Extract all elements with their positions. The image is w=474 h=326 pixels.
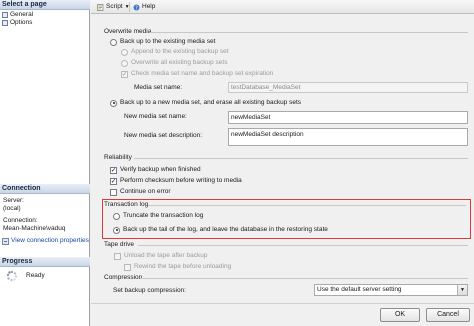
checkmark-icon[interactable]: ✓ bbox=[110, 166, 117, 174]
media-set-name-label: Media set name: bbox=[134, 84, 182, 92]
reliability-title: Reliability bbox=[104, 154, 132, 161]
page-icon bbox=[2, 20, 8, 26]
divider bbox=[138, 245, 468, 246]
radio-icon[interactable] bbox=[110, 38, 117, 46]
truncate-log-label: Truncate the transaction log bbox=[123, 212, 204, 219]
verify-checkbox[interactable]: ✓ Verify backup when finished bbox=[110, 166, 201, 174]
radio-icon[interactable] bbox=[121, 48, 128, 56]
check-expiration-label: Check media set name and backup set expi… bbox=[131, 70, 274, 77]
append-radio[interactable]: Append to the existing backup set bbox=[121, 48, 229, 56]
view-connection-properties-label: View connection properties bbox=[11, 237, 89, 244]
progress-status: Ready bbox=[26, 272, 45, 279]
checkmark-icon[interactable]: ✓ bbox=[121, 70, 128, 78]
progress-spinner-icon bbox=[6, 270, 18, 282]
select-page-header: Select a page bbox=[0, 0, 90, 10]
backup-existing-label: Back up to the existing media set bbox=[120, 38, 216, 45]
connection-icon bbox=[2, 237, 9, 245]
checkbox-icon[interactable] bbox=[124, 263, 131, 271]
truncate-log-radio[interactable]: Truncate the transaction log bbox=[113, 212, 203, 220]
check-expiration-checkbox[interactable]: ✓ Check media set name and backup set ex… bbox=[121, 70, 273, 78]
help-button-label: Help bbox=[142, 3, 156, 10]
script-button-label: Script bbox=[106, 3, 123, 10]
help-button[interactable]: ? Help bbox=[133, 2, 155, 12]
progress-header: Progress bbox=[0, 257, 90, 267]
connection-value: Mean-Machine\vaduq bbox=[3, 225, 66, 232]
continue-checkbox[interactable]: Continue on error bbox=[110, 188, 171, 196]
backup-existing-radio[interactable]: Back up to the existing media set bbox=[110, 38, 215, 46]
overwrite-all-radio[interactable]: Overwrite all existing backup sets bbox=[121, 59, 227, 67]
radio-icon[interactable] bbox=[113, 212, 120, 220]
new-media-set-name-label-text: New media set name: bbox=[124, 113, 187, 120]
new-media-set-desc-field[interactable]: newMediaSet description bbox=[228, 128, 468, 146]
new-media-set-radio[interactable]: Back up to a new media set, and erase al… bbox=[110, 99, 301, 107]
media-set-name-label-text: Media set name: bbox=[134, 84, 183, 91]
checkbox-icon[interactable] bbox=[114, 252, 121, 260]
ok-button[interactable]: OK bbox=[380, 308, 420, 322]
checkmark-icon[interactable]: ✓ bbox=[110, 177, 117, 185]
tape-drive-title: Tape drive bbox=[104, 241, 134, 248]
rewind-tape-checkbox[interactable]: Rewind the tape before unloading bbox=[124, 263, 231, 271]
toolbar-divider bbox=[129, 2, 130, 12]
backup-tail-radio[interactable]: Back up the tail of the log, and leave t… bbox=[113, 226, 328, 234]
divider bbox=[148, 205, 466, 206]
cancel-button[interactable]: Cancel bbox=[426, 308, 470, 322]
set-compression-label-text: Set backup compression: bbox=[113, 287, 186, 294]
server-value: (local) bbox=[3, 205, 21, 212]
divider bbox=[140, 278, 468, 279]
unload-tape-label: Unload the tape after backup bbox=[124, 252, 208, 259]
view-connection-properties-link[interactable]: View connection properties bbox=[2, 237, 89, 245]
overwrite-all-label: Overwrite all existing backup sets bbox=[131, 59, 228, 66]
rewind-tape-label: Rewind the tape before unloading bbox=[134, 263, 232, 270]
compression-select-value: Use the default server setting bbox=[317, 286, 402, 293]
page-item-options[interactable]: Options bbox=[2, 19, 32, 27]
new-media-set-desc-label: New media set description: bbox=[124, 132, 202, 140]
transaction-log-title: Transaction log bbox=[104, 201, 149, 208]
page-item-options-label: Options bbox=[10, 19, 33, 26]
toolbar: Script ▼ ? Help bbox=[91, 0, 474, 14]
checkbox-icon[interactable] bbox=[110, 188, 117, 196]
new-media-set-desc-label-text: New media set description: bbox=[124, 132, 203, 139]
server-label: Server: bbox=[3, 197, 24, 204]
compression-select[interactable]: Use the default server setting ▼ bbox=[314, 284, 468, 296]
page-icon bbox=[2, 12, 8, 18]
radio-icon[interactable] bbox=[121, 59, 128, 67]
backup-tail-label: Back up the tail of the log, and leave t… bbox=[123, 226, 328, 233]
verify-label: Verify backup when finished bbox=[120, 166, 201, 173]
help-icon: ? bbox=[133, 4, 140, 11]
dropdown-arrow-icon[interactable]: ▼ bbox=[457, 285, 467, 295]
page-item-general-label: General bbox=[10, 11, 34, 18]
append-label: Append to the existing backup set bbox=[131, 48, 229, 55]
connection-header: Connection bbox=[0, 184, 90, 194]
continue-label: Continue on error bbox=[120, 188, 171, 195]
new-media-set-name-label: New media set name: bbox=[124, 113, 187, 121]
script-button[interactable]: Script ▼ bbox=[97, 2, 130, 12]
media-set-name-field[interactable]: testDatabase_MediaSet bbox=[228, 82, 468, 93]
radio-icon[interactable] bbox=[110, 99, 117, 107]
compression-title: Compression bbox=[104, 274, 143, 281]
script-icon bbox=[97, 3, 104, 11]
new-media-set-name-field[interactable]: newMediaSet bbox=[228, 111, 468, 124]
page-item-general[interactable]: General bbox=[2, 11, 33, 19]
connection-label: Connection: bbox=[3, 217, 38, 224]
set-compression-label: Set backup compression: bbox=[113, 287, 186, 295]
divider bbox=[134, 158, 468, 159]
checksum-label: Perform checksum before writing to media bbox=[120, 177, 242, 184]
footer-divider bbox=[91, 303, 474, 304]
checksum-checkbox[interactable]: ✓ Perform checksum before writing to med… bbox=[110, 177, 242, 185]
overwrite-media-title: Overwrite media bbox=[104, 28, 152, 35]
new-media-set-label: Back up to a new media set, and erase al… bbox=[120, 99, 302, 106]
radio-icon[interactable] bbox=[113, 226, 120, 234]
svg-text:?: ? bbox=[135, 5, 138, 11]
unload-tape-checkbox[interactable]: Unload the tape after backup bbox=[114, 252, 207, 260]
left-pane: Select a page General Options Connection… bbox=[0, 0, 90, 326]
divider bbox=[150, 32, 468, 33]
